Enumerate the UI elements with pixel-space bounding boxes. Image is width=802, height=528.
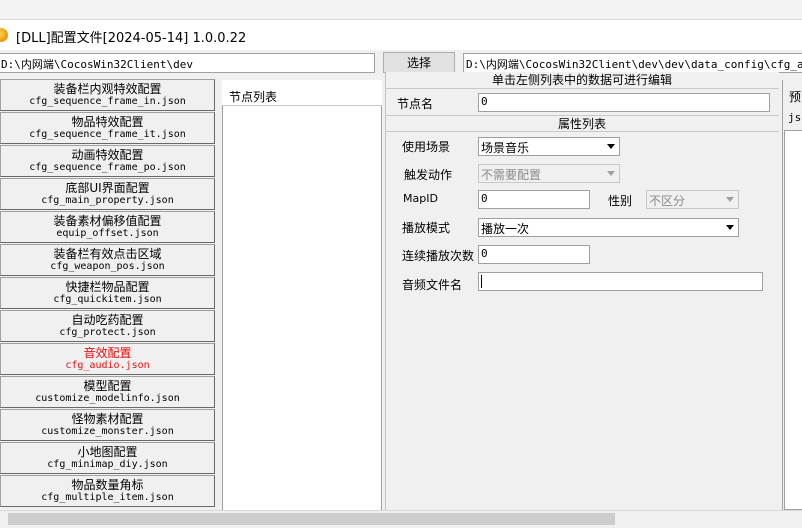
config-item-name: 底部UI界面配置 xyxy=(65,181,150,195)
gender-select-value: 不区分 xyxy=(649,194,686,208)
chevron-down-icon[interactable] xyxy=(603,166,618,181)
node-list-panel[interactable] xyxy=(222,80,382,512)
audio-file-input[interactable] xyxy=(478,272,763,291)
config-item-name: 装备栏有效点击区域 xyxy=(53,247,162,261)
preview-box xyxy=(784,130,802,510)
preview-title: 预 xyxy=(789,90,802,104)
config-item-name: 模型配置 xyxy=(83,379,132,393)
gender-select[interactable]: 不区分 xyxy=(646,190,739,209)
config-item-file: cfg_sequence_frame_in.json xyxy=(29,96,186,107)
audio-file-label: 音频文件名 xyxy=(402,278,463,292)
config-item-name: 装备素材偏移值配置 xyxy=(53,214,162,228)
chevron-down-icon[interactable] xyxy=(603,139,618,154)
config-item-button[interactable]: 小地图配置 cfg_minimap_diy.json xyxy=(0,442,215,474)
select-button[interactable]: 选择 xyxy=(383,52,455,73)
config-item-name: 动画特效配置 xyxy=(71,148,144,162)
config-item-name: 小地图配置 xyxy=(77,445,138,459)
config-item-file: cfg_protect.json xyxy=(59,327,156,338)
config-list: 装备栏内观特效配置 cfg_sequence_frame_in.json 物品特效配… xyxy=(0,79,216,511)
scene-select[interactable]: 场景音乐 xyxy=(478,137,620,156)
config-item-name: 快捷栏物品配置 xyxy=(65,280,150,294)
config-item-button[interactable]: 模型配置 customize_modelinfo.json xyxy=(0,376,215,408)
config-item-file: cfg_multiple_item.json xyxy=(41,492,174,503)
right-path-field[interactable]: D:\内网端\CocosWin32Client\dev\dev\data_con… xyxy=(463,53,802,73)
config-item-file: customize_monster.json xyxy=(41,426,174,437)
action-label: 触发动作 xyxy=(404,168,453,182)
chevron-down-icon[interactable] xyxy=(722,192,737,207)
left-path-field[interactable]: D:\内网端\CocosWin32Client\dev xyxy=(0,53,375,73)
node-name-input[interactable]: 0 xyxy=(478,93,770,112)
loop-count-input[interactable]: 0 xyxy=(478,245,590,264)
config-item-file: cfg_sequence_frame_it.json xyxy=(29,129,186,140)
loop-count-label: 连续播放次数 xyxy=(402,249,475,263)
scene-label: 使用场景 xyxy=(402,140,451,154)
mode-label: 播放模式 xyxy=(402,221,451,235)
mapid-input[interactable]: 0 xyxy=(478,190,590,209)
mapid-label: MapID xyxy=(403,192,438,205)
node-name-label: 节点名 xyxy=(397,97,434,111)
config-item-name: 音效配置 xyxy=(83,346,132,360)
config-item-name: 自动吃药配置 xyxy=(71,313,144,327)
config-item-button[interactable]: 动画特效配置 cfg_sequence_frame_po.json xyxy=(0,145,215,177)
config-item-name: 怪物素材配置 xyxy=(71,412,144,426)
config-item-button[interactable]: 装备素材偏移值配置 equip_offset.json xyxy=(0,211,215,243)
config-item-button[interactable]: 快捷栏物品配置 cfg_quickitem.json xyxy=(0,277,215,309)
config-item-file: cfg_quickitem.json xyxy=(53,294,162,305)
config-item-button[interactable]: 物品特效配置 cfg_sequence_frame_it.json xyxy=(0,112,215,144)
action-select-value: 不需要配置 xyxy=(481,168,542,182)
preview-subtitle: js xyxy=(788,111,802,124)
config-item-file: cfg_weapon_pos.json xyxy=(50,261,165,272)
action-select[interactable]: 不需要配置 xyxy=(478,164,620,183)
config-item-button[interactable]: 物品数量角标 cfg_multiple_item.json xyxy=(0,475,215,507)
config-item-button[interactable]: 底部UI界面配置 cfg_main_property.json xyxy=(0,178,215,210)
edit-hint: 单击左侧列表中的数据可进行编辑 xyxy=(385,72,779,89)
config-item-button[interactable]: 装备栏内观特效配置 cfg_sequence_frame_in.json xyxy=(0,79,215,111)
config-item-button[interactable]: 自动吃药配置 cfg_protect.json xyxy=(0,310,215,342)
config-item-file: customize_modelinfo.json xyxy=(35,393,180,404)
config-item-file: equip_offset.json xyxy=(56,228,159,239)
mode-select-value: 播放一次 xyxy=(481,222,530,236)
config-item-name: 物品数量角标 xyxy=(71,478,144,492)
window-title: [DLL]配置文件[2024-05-14] 1.0.0.22 xyxy=(16,31,247,46)
config-item-name: 物品特效配置 xyxy=(71,115,144,129)
attribute-list-title: 属性列表 xyxy=(385,115,779,132)
config-item-button[interactable]: 怪物素材配置 customize_monster.json xyxy=(0,409,215,441)
config-item-file: cfg_minimap_diy.json xyxy=(47,459,168,470)
text-cursor xyxy=(481,274,482,288)
scene-select-value: 场景音乐 xyxy=(481,141,530,155)
node-list-title: 节点列表 xyxy=(229,90,278,104)
chevron-down-icon[interactable] xyxy=(722,220,737,235)
config-item-button[interactable]: 装备栏有效点击区域 cfg_weapon_pos.json xyxy=(0,244,215,276)
config-item-name: 装备栏内观特效配置 xyxy=(53,82,162,96)
mode-select[interactable]: 播放一次 xyxy=(478,218,739,237)
config-item-button[interactable]: 音效配置 cfg_audio.json xyxy=(0,343,215,375)
window-top-strip xyxy=(0,0,802,20)
scrollbar-thumb[interactable] xyxy=(8,513,615,525)
config-item-file: cfg_audio.json xyxy=(65,360,150,371)
config-item-file: cfg_sequence_frame_po.json xyxy=(29,162,186,173)
gender-label: 性别 xyxy=(608,194,633,208)
config-item-file: cfg_main_property.json xyxy=(41,195,174,206)
